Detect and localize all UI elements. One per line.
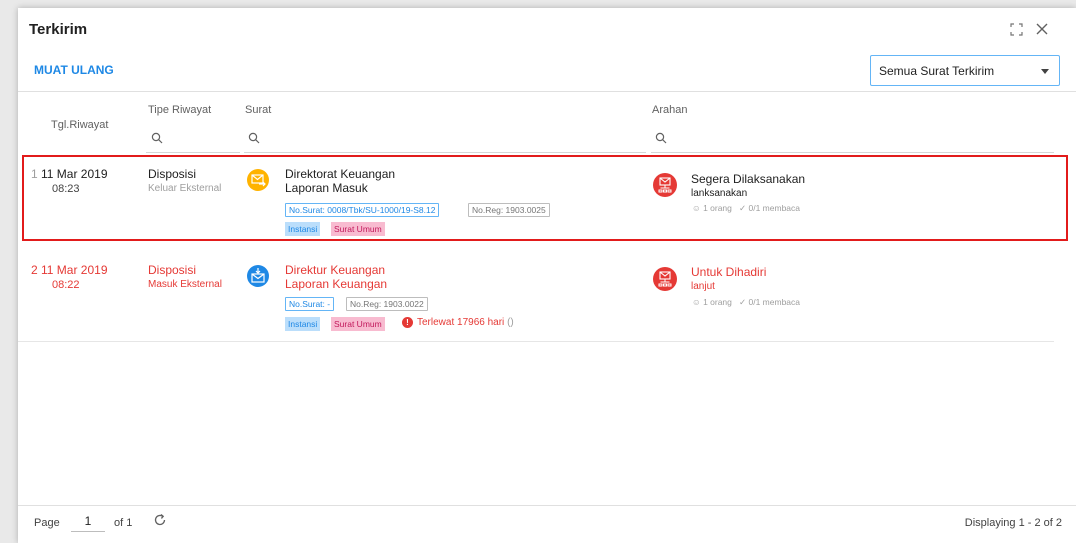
search-underline xyxy=(244,152,646,153)
row-type: Disposisi xyxy=(148,263,197,277)
search-icon[interactable] xyxy=(151,132,163,144)
instansi-tag: Instansi xyxy=(285,317,321,331)
person-icon: ☺ xyxy=(692,297,701,307)
row-divider xyxy=(18,341,1054,342)
display-count: Displaying 1 - 2 of 2 xyxy=(964,517,1062,529)
maximize-icon[interactable] xyxy=(1010,23,1023,40)
arahan-title: Untuk Dihadiri xyxy=(691,265,767,279)
row-number: 2 xyxy=(31,263,38,277)
surat-sender[interactable]: Direktur Keuangan xyxy=(285,263,385,277)
row-subtype: Masuk Eksternal xyxy=(148,279,222,290)
orang-count: 1 orang xyxy=(703,297,732,307)
selected-row-highlight xyxy=(22,155,1068,241)
reload-button[interactable]: MUAT ULANG xyxy=(34,63,114,77)
incoming-mail-icon xyxy=(247,265,269,287)
no-surat-badge: No.Surat: - xyxy=(285,297,335,311)
refresh-icon[interactable] xyxy=(153,513,167,532)
page-label: Page xyxy=(34,517,60,529)
no-reg-badge: No.Reg: 1903.0022 xyxy=(346,297,428,311)
search-underline xyxy=(146,152,240,153)
chevron-down-icon xyxy=(1041,69,1049,74)
column-header-arahan[interactable]: Arahan xyxy=(652,104,687,116)
column-header-tgl[interactable]: Tgl.Riwayat xyxy=(51,119,108,131)
surat-subject[interactable]: Laporan Keuangan xyxy=(285,277,387,291)
column-header-surat[interactable]: Surat xyxy=(245,104,271,116)
footer-divider xyxy=(18,505,1076,506)
close-icon[interactable] xyxy=(1035,22,1049,40)
column-header-tipe[interactable]: Tipe Riwayat xyxy=(148,104,211,116)
read-count: 0/1 membaca xyxy=(748,297,801,307)
search-icon[interactable] xyxy=(248,132,260,144)
overdue-text: Terlewat 17966 hari () xyxy=(417,317,514,328)
overdue-label: Terlewat 17966 hari xyxy=(417,317,505,328)
row-date: 11 Mar 2019 xyxy=(41,263,108,277)
search-icon[interactable] xyxy=(655,132,667,144)
arahan-note: lanjut xyxy=(691,281,715,292)
recipients-meta: ☺ 1 orang ✓ 0/1 membaca xyxy=(692,297,800,308)
surat-umum-tag: Surat Umum xyxy=(331,317,385,331)
page-of-label: of 1 xyxy=(114,517,133,529)
row-time: 08:22 xyxy=(52,279,80,291)
overdue-paren: () xyxy=(507,317,514,328)
filter-select[interactable]: Semua Surat Terkirim xyxy=(870,55,1060,86)
alert-icon: ! xyxy=(402,317,413,328)
check-icon: ✓ xyxy=(739,297,747,307)
filter-select-value: Semua Surat Terkirim xyxy=(879,64,995,78)
window-panel: Terkirim MUAT ULANG Semua Surat Terkirim… xyxy=(18,8,1076,543)
window-title: Terkirim xyxy=(29,21,88,38)
header-divider xyxy=(18,91,1076,92)
search-underline xyxy=(651,152,1054,153)
group-mail-icon xyxy=(653,267,677,291)
page-input[interactable]: 1 xyxy=(71,514,105,532)
